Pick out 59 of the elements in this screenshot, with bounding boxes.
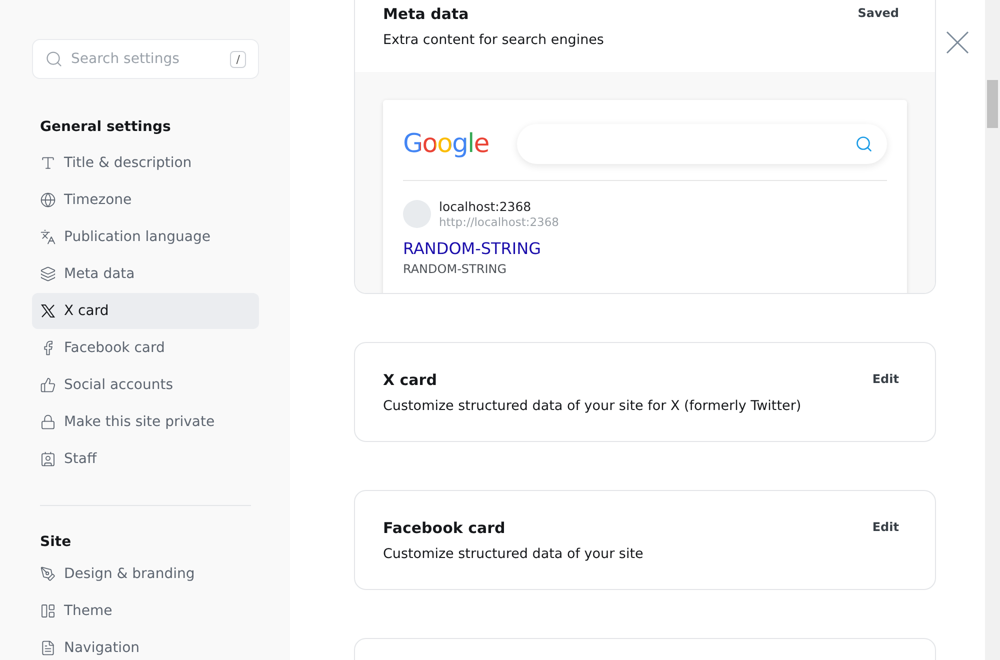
result-title: RANDOM-STRING [403,239,542,258]
thumbs-up-icon [40,377,56,393]
layout-icon [40,603,56,619]
search-icon [45,50,63,68]
sidebar-item[interactable]: Design & branding [32,556,259,592]
sidebar-item-label: Staff [64,451,97,467]
x-logo-icon [40,303,56,319]
sidebar-item[interactable]: Social accounts [32,367,259,403]
sidebar-item[interactable]: Staff [32,441,259,477]
sidebar-item-label: Make this site private [64,414,215,430]
close-button[interactable] [946,31,969,54]
sidebar-item[interactable]: Theme [32,593,259,629]
text-icon [40,155,56,171]
edit-button[interactable]: Edit [872,371,899,387]
lock-icon [40,414,56,430]
sidebar-item-label: Publication language [64,229,210,245]
card-title: Facebook card [383,519,506,537]
sidebar-item-label: Title & description [64,155,192,171]
document-icon [40,640,56,656]
sidebar-item[interactable]: Navigation [32,630,259,660]
sidebar-item-label: Navigation [64,640,140,656]
sidebar-item[interactable]: Title & description [32,145,259,181]
site-name: localhost:2368 [439,199,532,214]
search-input[interactable]: Search settings [69,50,224,68]
languages-icon [40,229,56,245]
layers-icon [40,266,56,282]
sidebar-item-label: Meta data [64,266,135,282]
scrollbar-thumb[interactable] [987,80,998,128]
section-heading: General settings [40,119,172,135]
sidebar-item[interactable]: Timezone [32,182,259,218]
shortcut-key: / [230,50,246,68]
pen-icon [40,566,56,582]
sidebar-item-label: X card [64,303,109,319]
sidebar-item-label: Facebook card [64,340,165,356]
card-description: Customize structured data of your site [383,546,644,562]
sidebar-item-label: Social accounts [64,377,174,393]
sidebar-item-label: Design & branding [64,566,195,582]
sidebar-item[interactable]: X card [32,293,259,329]
site-url: http://localhost:2368 [439,215,559,229]
sidebar-item-label: Timezone [64,192,132,208]
saved-button[interactable]: Saved [858,5,899,21]
scrollbar[interactable] [985,0,1000,660]
result-description: RANDOM-STRING [403,262,508,276]
sidebar-item[interactable]: Publication language [32,219,259,255]
contact-icon [40,451,56,467]
search-icon [855,135,873,153]
sidebar-item[interactable]: Facebook card [32,330,259,366]
card-description: Extra content for search engines [383,32,604,48]
sidebar-item[interactable]: Make this site private [32,404,259,440]
sidebar-item-label: Theme [64,603,112,619]
card-title: X card [383,371,438,389]
section-heading: Site [40,534,72,550]
sidebar-item[interactable]: Meta data [32,256,259,292]
card-title: Meta data [383,5,470,23]
search-field[interactable]: Search settings / [32,39,259,79]
globe-icon [40,192,56,208]
search-engine-logo: Google [403,129,489,159]
edit-button[interactable]: Edit [872,519,899,535]
card-description: Customize structured data of your site for X (formerly Twitter) [383,398,802,414]
